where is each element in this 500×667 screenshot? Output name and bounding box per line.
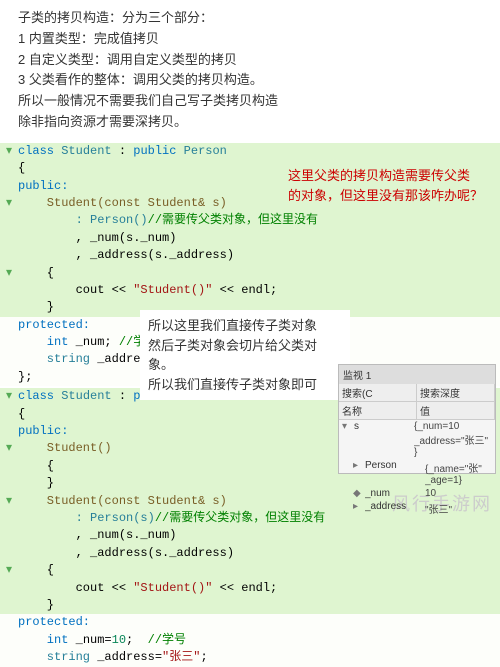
watch-depth-label: 搜索深度 bbox=[417, 384, 495, 401]
watch-columns: 名称 值 bbox=[339, 402, 495, 420]
note-line: 所以这里我们直接传子类对象 bbox=[148, 316, 342, 336]
watch-col-value: 值 bbox=[417, 402, 495, 419]
code-block-2b: protected: int _num=10; //学号 string _add… bbox=[0, 614, 500, 666]
fold-icon[interactable]: ▾ bbox=[6, 441, 12, 455]
annotation-line: 这里父类的拷贝构造需要传父类 bbox=[288, 166, 488, 186]
watch-row[interactable]: ▸_address"张三" bbox=[339, 500, 495, 517]
watch-header: 搜索(C 搜索深度 bbox=[339, 384, 495, 402]
expand-icon[interactable]: ▸ bbox=[353, 460, 365, 486]
fold-icon[interactable]: ▾ bbox=[6, 196, 12, 210]
watch-window[interactable]: 监视 1 搜索(C 搜索深度 名称 值 ▾s{_num=10 _address=… bbox=[338, 364, 496, 474]
note-line: 子类的拷贝构造：分为三个部分： bbox=[18, 8, 482, 29]
note-line: 2 自定义类型：调用自定义类型的拷贝 bbox=[18, 50, 482, 71]
overlay-note: 所以这里我们直接传子类对象 然后子类对象会切片给父类对象。 所以我们直接传子类对… bbox=[140, 310, 350, 400]
explanation-notes: 子类的拷贝构造：分为三个部分： 1 内置类型：完成值拷贝 2 自定义类型：调用自… bbox=[0, 0, 500, 143]
note-line: 1 内置类型：完成值拷贝 bbox=[18, 29, 482, 50]
fold-icon[interactable]: ▾ bbox=[6, 389, 12, 403]
annotation-1: 这里父类的拷贝构造需要传父类 的对象，但这里没有那该咋办呢？ bbox=[288, 166, 488, 205]
annotation-line: 的对象，但这里没有那该咋办呢？ bbox=[288, 186, 488, 206]
fold-icon[interactable]: ▾ bbox=[6, 266, 12, 280]
watch-col-name: 名称 bbox=[339, 402, 417, 419]
expand-icon[interactable]: ▾ bbox=[342, 421, 354, 458]
watch-title: 监视 1 bbox=[343, 367, 371, 382]
watch-search-label: 搜索(C bbox=[339, 384, 417, 401]
note-line: 所以我们直接传子类对象即可 bbox=[148, 375, 342, 395]
expand-icon[interactable]: ▸ bbox=[353, 501, 365, 516]
watch-row[interactable]: ▾s{_num=10 _address="张三" } bbox=[339, 420, 495, 459]
watch-row[interactable]: ◆_num10 bbox=[339, 487, 495, 500]
note-line: 然后子类对象会切片给父类对象。 bbox=[148, 336, 342, 375]
watch-title-bar: 监视 1 bbox=[339, 365, 495, 384]
note-line: 所以一般情况不需要我们自己写子类拷贝构造 bbox=[18, 91, 482, 112]
field-icon: ◆ bbox=[353, 488, 365, 499]
note-line: 3 父类看作的整体：调用父类的拷贝构造。 bbox=[18, 70, 482, 91]
fold-icon[interactable]: ▾ bbox=[6, 494, 12, 508]
note-line: 除非指向资源才需要深拷贝。 bbox=[18, 112, 482, 133]
fold-icon[interactable]: ▾ bbox=[6, 144, 12, 158]
fold-icon[interactable]: ▾ bbox=[6, 563, 12, 577]
watch-row[interactable]: ▸Person{_name="张" _age=1} bbox=[339, 459, 495, 487]
